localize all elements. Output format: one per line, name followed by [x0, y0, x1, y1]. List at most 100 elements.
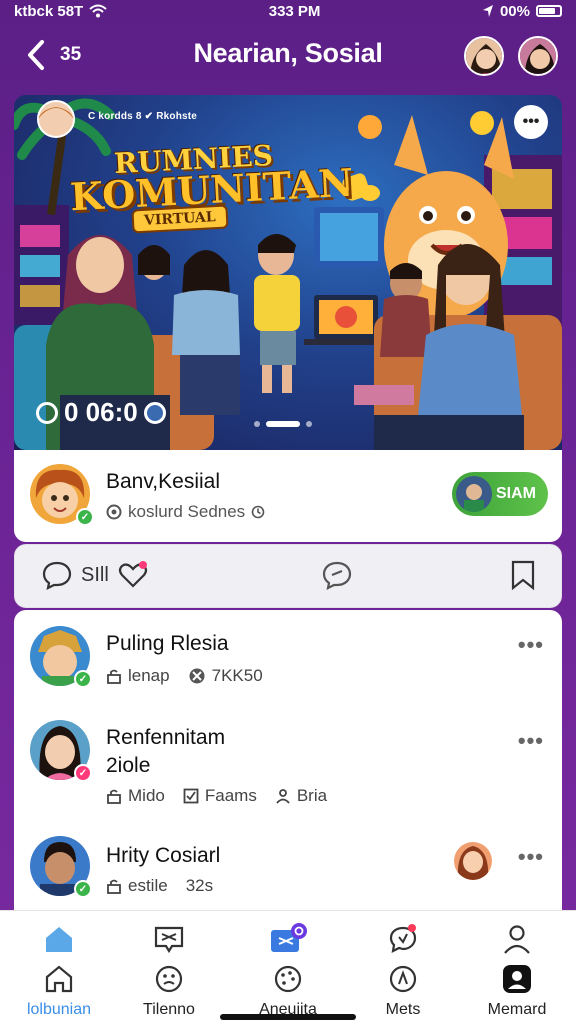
comment-action[interactable]: SIll: [41, 559, 149, 591]
author-subtitle: koslurd Sednes: [106, 502, 265, 522]
nav-item-groups[interactable]: Tilenno: [114, 919, 224, 1019]
join-button[interactable]: SIAM: [452, 472, 548, 516]
author-card: ✓ Banv,Kesiial koslurd Sednes SIAM: [14, 450, 562, 542]
member-meta: Mido Faams Bria: [106, 786, 327, 806]
share-icon: [322, 561, 352, 590]
play-icon: [143, 401, 166, 424]
home-indicator[interactable]: [220, 1014, 356, 1020]
banner-counter: 0 06:0: [36, 397, 166, 428]
meta-tag: 32s: [186, 876, 213, 896]
nav-item-profile[interactable]: Memard: [462, 919, 572, 1019]
meta-text: 32s: [185, 876, 214, 895]
banner-pager[interactable]: [254, 421, 312, 427]
person-icon: [504, 925, 530, 954]
bookmark-action[interactable]: [509, 559, 537, 591]
join-button-label: SIAM: [496, 485, 536, 502]
community-banner[interactable]: C kordds 8 ✔ Rkohste RUMNIES KOMUNITAN V…: [14, 95, 562, 450]
meta-tag: Mido: [106, 786, 165, 806]
member-name[interactable]: Puling Rlesia: [106, 632, 229, 656]
wifi-icon: [89, 4, 107, 18]
status-badge: ✓: [74, 764, 92, 782]
carrier-text: ktbck 58T: [14, 2, 84, 20]
member-feed: ✓ Puling Rlesia lenap 7KK50 ••• ✓ Renfen…: [14, 610, 562, 910]
meta-text: Mido: [128, 786, 165, 805]
verified-icon: ✓: [76, 508, 94, 526]
home-icon: [45, 965, 73, 993]
author-subtitle-text: koslurd Sednes: [128, 502, 246, 521]
profile-card-icon: [503, 965, 531, 993]
more-options-icon[interactable]: •••: [518, 844, 544, 870]
globe-icon: [106, 504, 122, 520]
more-options-icon[interactable]: •••: [518, 728, 544, 754]
bottom-nav: lolbunian Tilenno Aneuiita Mets Memard: [0, 910, 576, 1024]
status-time: 333 PM: [268, 2, 321, 20]
comment-count: SIll: [81, 563, 109, 586]
lock-icon: [107, 669, 121, 684]
meta-text: 7KK50: [211, 666, 263, 685]
meta-text: Bria: [296, 786, 328, 805]
list-item[interactable]: ✓ Hrity Cosiarl estile 32s •••: [14, 826, 562, 910]
verified-icon: ✓: [74, 880, 92, 898]
status-right: 00%: [482, 3, 562, 20]
list-item[interactable]: ✓ Puling Rlesia lenap 7KK50 •••: [14, 610, 562, 710]
meta-tag: estile: [106, 876, 168, 896]
nav-label: Tilenno: [143, 1001, 195, 1018]
nav-item-messages[interactable]: Mets: [348, 919, 458, 1019]
small-avatar[interactable]: [454, 842, 492, 880]
battery-icon: [536, 5, 562, 17]
member-meta: estile 32s: [106, 876, 213, 896]
bookmark-icon: [511, 560, 535, 591]
post-action-bar: SIll: [14, 544, 562, 608]
nav-label: lolbunian: [26, 1001, 92, 1018]
member-meta: lenap 7KK50: [106, 666, 263, 686]
notification-chat-icon: [389, 924, 417, 953]
lock-icon: [107, 789, 121, 804]
comment-icon: [42, 561, 72, 590]
app-header: 35 Nearian, Sosial: [0, 22, 576, 92]
face-icon: [155, 965, 183, 993]
clock-icon: [251, 505, 265, 519]
banner-top-label: C kordds 8 ✔ Rkohste: [88, 111, 198, 122]
meta-tag: 7KK50: [188, 666, 263, 686]
header-avatar-2[interactable]: [518, 36, 558, 76]
status-left: ktbck 58T: [14, 3, 107, 20]
nav-label: Mets: [385, 1001, 421, 1018]
member-name-line2[interactable]: 2iole: [106, 754, 150, 778]
pager-dot[interactable]: [306, 421, 312, 427]
compass-icon: [389, 965, 417, 993]
nav-item-home[interactable]: lolbunian: [4, 919, 114, 1019]
verified-icon: ✓: [74, 670, 92, 688]
more-options-icon[interactable]: •••: [514, 105, 548, 139]
palette-icon: [274, 965, 302, 993]
battery-percent: 00%: [499, 2, 530, 20]
meta-text: lenap: [128, 666, 170, 685]
meta-text: Faams: [204, 786, 257, 805]
author-name[interactable]: Banv,Kesiial: [106, 470, 220, 494]
nav-label: Memard: [487, 1001, 547, 1018]
home-filled-icon: [46, 927, 72, 952]
list-item[interactable]: ✓ Renfennitam 2iole Mido Faams Bria •••: [14, 710, 562, 822]
banner-counter-text: 0 06:0: [64, 397, 138, 427]
checkbox-icon: [183, 788, 199, 804]
header-avatar-1[interactable]: [464, 36, 504, 76]
member-name-line1[interactable]: Renfennitam: [106, 726, 225, 750]
member-name[interactable]: Hrity Cosiarl: [106, 844, 220, 868]
more-options-icon[interactable]: •••: [518, 632, 544, 658]
record-icon: [36, 401, 58, 424]
meta-text: estile: [128, 876, 168, 895]
nav-item-activity[interactable]: Aneuiita: [233, 919, 343, 1019]
join-button-avatar: [456, 476, 492, 512]
location-icon: [482, 5, 493, 17]
share-action[interactable]: [321, 559, 353, 591]
pager-dot[interactable]: [254, 421, 260, 427]
lock-icon: [107, 879, 121, 894]
pager-dot-active[interactable]: [266, 421, 300, 427]
badge-icon: [189, 668, 205, 684]
messages-icon: [271, 923, 307, 952]
meta-tag: Faams: [183, 786, 257, 806]
chat-bubble-icon: [154, 926, 184, 954]
status-bar: ktbck 58T 333 PM 00%: [0, 0, 576, 22]
meta-tag: lenap: [106, 666, 170, 686]
banner-title-line3: VIRTUAL: [131, 204, 229, 234]
like-icon[interactable]: [117, 559, 149, 591]
